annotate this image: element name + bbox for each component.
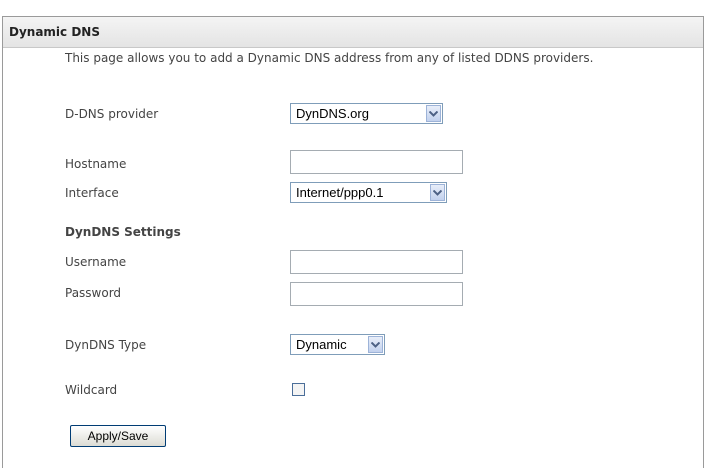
dyndns-type-label: DynDNS Type [65, 338, 147, 352]
dyndns-settings-heading: DynDNS Settings [65, 225, 181, 239]
wildcard-checkbox[interactable] [292, 383, 305, 396]
hostname-input[interactable] [290, 150, 463, 174]
username-input[interactable] [290, 250, 463, 274]
panel-title: Dynamic DNS [3, 17, 703, 48]
password-label: Password [65, 286, 122, 300]
dynamic-dns-panel: Dynamic DNS [2, 16, 704, 468]
chevron-down-icon[interactable] [430, 184, 445, 201]
hostname-label: Hostname [65, 157, 127, 171]
page-description: This page allows you to add a Dynamic DN… [65, 51, 594, 65]
chevron-down-icon[interactable] [368, 336, 383, 353]
password-input[interactable] [290, 282, 463, 306]
username-label: Username [65, 255, 127, 269]
apply-save-button[interactable]: Apply/Save [70, 425, 166, 447]
provider-select[interactable]: DynDNS.org [290, 103, 443, 124]
interface-label: Interface [65, 186, 119, 200]
provider-label: D-DNS provider [65, 107, 159, 121]
interface-select[interactable]: Internet/ppp0.1 [290, 182, 447, 203]
dyndns-type-select[interactable]: Dynamic [290, 334, 385, 355]
wildcard-label: Wildcard [65, 383, 118, 397]
dyndns-type-select-value: Dynamic [296, 337, 347, 352]
provider-select-value: DynDNS.org [296, 106, 369, 121]
interface-select-value: Internet/ppp0.1 [296, 185, 384, 200]
chevron-down-icon[interactable] [426, 105, 441, 122]
